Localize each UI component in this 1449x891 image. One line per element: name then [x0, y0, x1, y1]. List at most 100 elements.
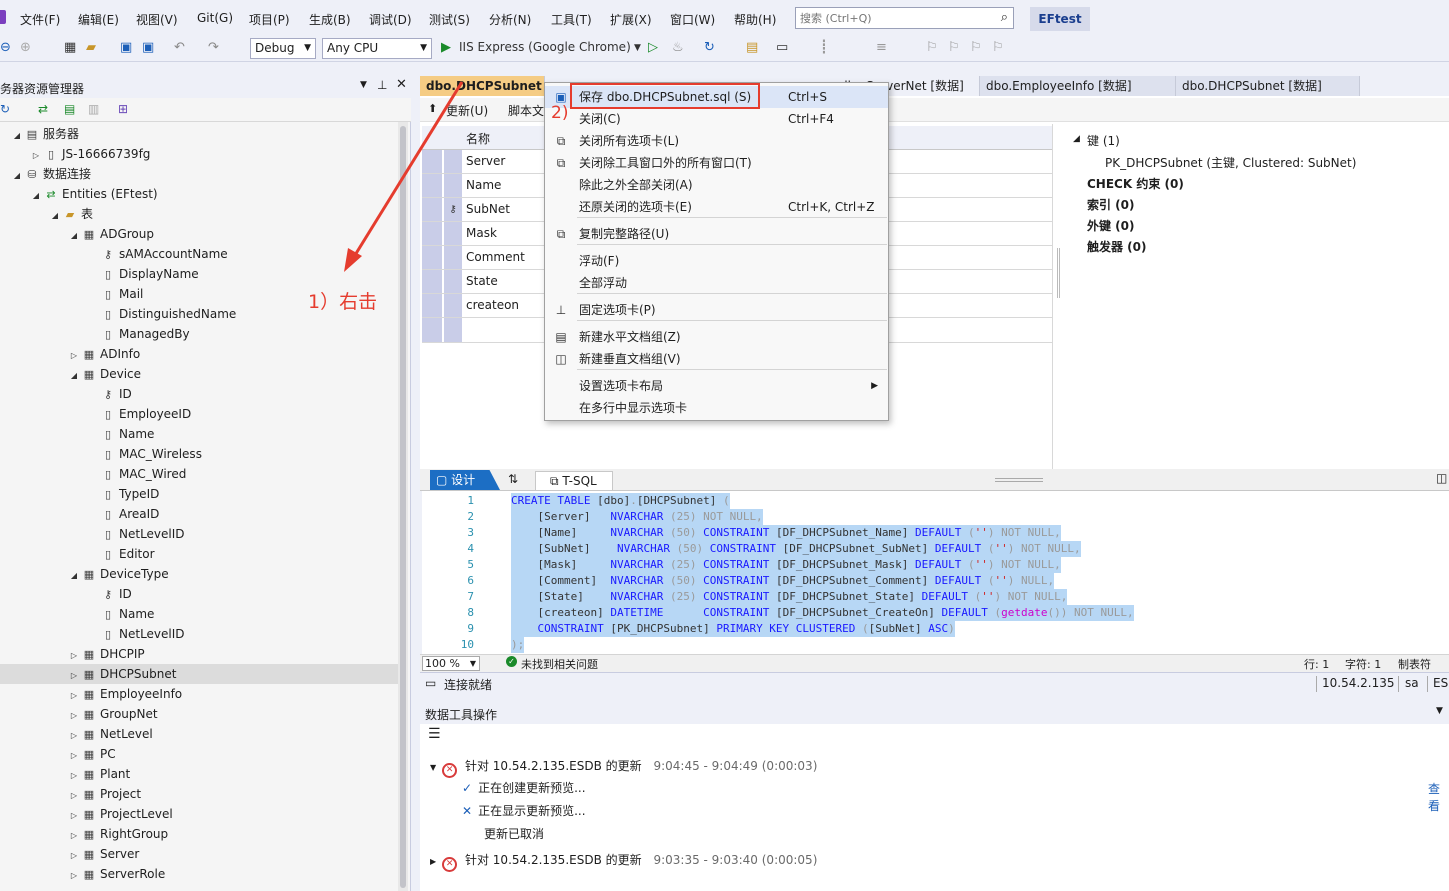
menu-item-4[interactable]: 除此之外全部关闭(A) [545, 174, 888, 196]
menu-item-1[interactable]: 关闭(C) Ctrl+F4 [545, 108, 888, 130]
collapsed-icon[interactable]: ▷ [29, 146, 43, 166]
tree-item[interactable]: ▯ TypeID [0, 484, 398, 504]
collapsed-icon[interactable]: ▷ [67, 646, 81, 666]
clear-bookmarks-icon[interactable]: ⚐ [992, 40, 1004, 55]
tree-item[interactable]: ▷ ▦ ProjectLevel [0, 804, 398, 824]
collapsed-icon[interactable]: ▷ [67, 686, 81, 706]
properties-icon[interactable]: ⊞ [118, 102, 128, 116]
collapsed-icon[interactable]: ▶ [430, 857, 436, 866]
indent-icon[interactable]: ≡ [876, 40, 887, 55]
menu-item-5[interactable]: 还原关闭的选项卡(E) Ctrl+K, Ctrl+Z [545, 196, 888, 218]
indexes-label[interactable]: 索引 (0) [1087, 196, 1135, 213]
collapsed-icon[interactable]: ▷ [67, 766, 81, 786]
expanded-icon[interactable]: ◢ [29, 186, 43, 206]
expanded-icon[interactable]: ◢ [67, 366, 81, 386]
menu-item-10[interactable]: ▤ 新建水平文档组(Z) [545, 326, 888, 348]
search-box[interactable]: ⌕ [795, 7, 1014, 29]
tree-item[interactable]: ⚷ ID [0, 384, 398, 404]
align-icon[interactable]: ┋ [820, 40, 828, 55]
menu-item-2[interactable]: ⧉ 关闭所有选项卡(L) [545, 130, 888, 152]
tree-item[interactable]: ▯ NetLevelID [0, 624, 398, 644]
new-row-selector[interactable] [422, 318, 442, 342]
menu-item-12[interactable]: 设置选项卡布局 ▶ [545, 375, 888, 397]
tree-item[interactable]: ▯ Editor [0, 544, 398, 564]
swap-panes-button[interactable]: ⇅ [508, 472, 518, 486]
menu-edit[interactable]: 编辑(E) [78, 11, 119, 28]
menu-view[interactable]: 视图(V) [136, 11, 178, 28]
prev-bookmark-icon[interactable]: ⚐ [948, 40, 960, 55]
tree-item[interactable]: ▷ ▦ ADInfo [0, 344, 398, 364]
expanded-icon[interactable]: ◢ [10, 126, 24, 146]
collapsed-icon[interactable]: ▷ [67, 746, 81, 766]
tree-item[interactable]: ▯ MAC_Wireless [0, 444, 398, 464]
foreign-keys-label[interactable]: 外键 (0) [1087, 217, 1135, 234]
tree-item[interactable]: ▯ ManagedBy [0, 324, 398, 344]
collapsed-icon[interactable]: ▷ [67, 826, 81, 846]
tree-item[interactable]: ⚷ ID [0, 584, 398, 604]
panel-menu-icon[interactable]: ▼ [1436, 706, 1443, 716]
tree-item[interactable]: ◢ ⇄ Entities (EFtest) [0, 184, 398, 204]
menu-test[interactable]: 测试(S) [429, 11, 470, 28]
menu-file[interactable]: 文件(F) [20, 11, 60, 28]
expanded-icon[interactable]: ▼ [430, 763, 436, 772]
tree-item[interactable]: ◢ ▰ 表 [0, 204, 398, 224]
layout-icon[interactable]: ▭ [776, 40, 788, 55]
menu-git[interactable]: Git(G) [197, 11, 233, 25]
tree-item[interactable]: ▯ MAC_Wired [0, 464, 398, 484]
tree-item[interactable]: ◢ ⛁ 数据连接 [0, 164, 398, 184]
bookmark-icon[interactable]: ⚐ [926, 40, 938, 55]
splitter-grip[interactable] [1057, 248, 1060, 298]
tree-item[interactable]: ▷ ▦ RightGroup [0, 824, 398, 844]
tree-item[interactable]: ▯ Name [0, 604, 398, 624]
menu-debug[interactable]: 调试(D) [369, 11, 412, 28]
hot-reload-icon[interactable]: ♨ [672, 40, 684, 55]
tree-item[interactable]: ◢ ▦ DeviceType [0, 564, 398, 584]
check-constraints-label[interactable]: CHECK 约束 (0) [1087, 175, 1184, 192]
menu-project[interactable]: 项目(P) [249, 11, 290, 28]
tree-item[interactable]: ▷ ▦ PC [0, 744, 398, 764]
tree-item[interactable]: ▷ ▦ ServerRole [0, 864, 398, 884]
menu-window[interactable]: 窗口(W) [670, 11, 715, 28]
collapsed-icon[interactable]: ▷ [67, 726, 81, 746]
tree-item[interactable]: ◢ ▤ 服务器 [0, 124, 398, 144]
script-file-button[interactable]: 脚本文 [508, 102, 544, 119]
tree-item[interactable]: ▯ AreaID [0, 504, 398, 524]
collapsed-icon[interactable]: ▷ [67, 806, 81, 826]
collapsed-icon[interactable]: ▷ [67, 786, 81, 806]
keys-collapse-icon[interactable]: ◢ [1073, 134, 1080, 144]
tree-item[interactable]: ▯ EmployeeID [0, 404, 398, 424]
update-entry-1[interactable]: ▼ ✕ 针对 10.54.2.135.ESDB 的更新 9:04:45 - 9:0… [430, 756, 817, 778]
clear-list-icon[interactable]: ☰ [428, 726, 441, 742]
tree-item[interactable]: ▷ ▯ JS-16666739fg [0, 144, 398, 164]
connect-server-icon[interactable]: ▤ [64, 102, 75, 116]
update-entry-2[interactable]: ▶ ✕ 针对 10.54.2.135.ESDB 的更新 9:03:35 - 9:0… [430, 850, 817, 872]
menu-item-7[interactable]: 浮动(F) [545, 250, 888, 272]
collapsed-icon[interactable]: ▷ [67, 706, 81, 726]
menu-item-8[interactable]: 全部浮动 [545, 272, 888, 294]
expanded-icon[interactable]: ◢ [67, 566, 81, 586]
design-tab[interactable]: ▢ 设计 [430, 470, 500, 490]
menu-item-6[interactable]: ⧉ 复制完整路径(U) [545, 223, 888, 245]
tree-item[interactable]: ◢ ▦ ADGroup [0, 224, 398, 244]
menu-item-9[interactable]: ⊥ 固定选项卡(P) [545, 299, 888, 321]
config-select[interactable]: Debug ▼ [250, 38, 316, 59]
azure-icon[interactable]: ▥ [88, 102, 99, 116]
play-icon[interactable]: ▶ [441, 40, 451, 55]
menu-analyze[interactable]: 分析(N) [489, 11, 531, 28]
undo-icon[interactable]: ↶ [174, 40, 185, 55]
next-bookmark-icon[interactable]: ⚐ [970, 40, 982, 55]
menu-item-13[interactable]: 在多行中显示选项卡 [545, 397, 888, 419]
tree-item[interactable]: ▷ ▦ NetLevel [0, 724, 398, 744]
tree-item[interactable]: ▯ DisplayName [0, 264, 398, 284]
menu-tools[interactable]: 工具(T) [551, 11, 592, 28]
menu-build[interactable]: 生成(B) [309, 11, 351, 28]
zoom-select[interactable]: 100 % ▼ [422, 656, 480, 671]
back-icon[interactable]: ⊖ [0, 40, 11, 55]
tree-item[interactable]: ⚷ sAMAccountName [0, 244, 398, 264]
connect-database-icon[interactable]: ⇄ [38, 102, 48, 116]
tree-item[interactable]: ▷ ▦ GroupNet [0, 704, 398, 724]
tsql-tab[interactable]: ⧉ T-SQL [535, 471, 613, 490]
collapsed-icon[interactable]: ▷ [67, 346, 81, 366]
redo-icon[interactable]: ↷ [208, 40, 219, 55]
menu-item-11[interactable]: ◫ 新建垂直文档组(V) [545, 348, 888, 370]
